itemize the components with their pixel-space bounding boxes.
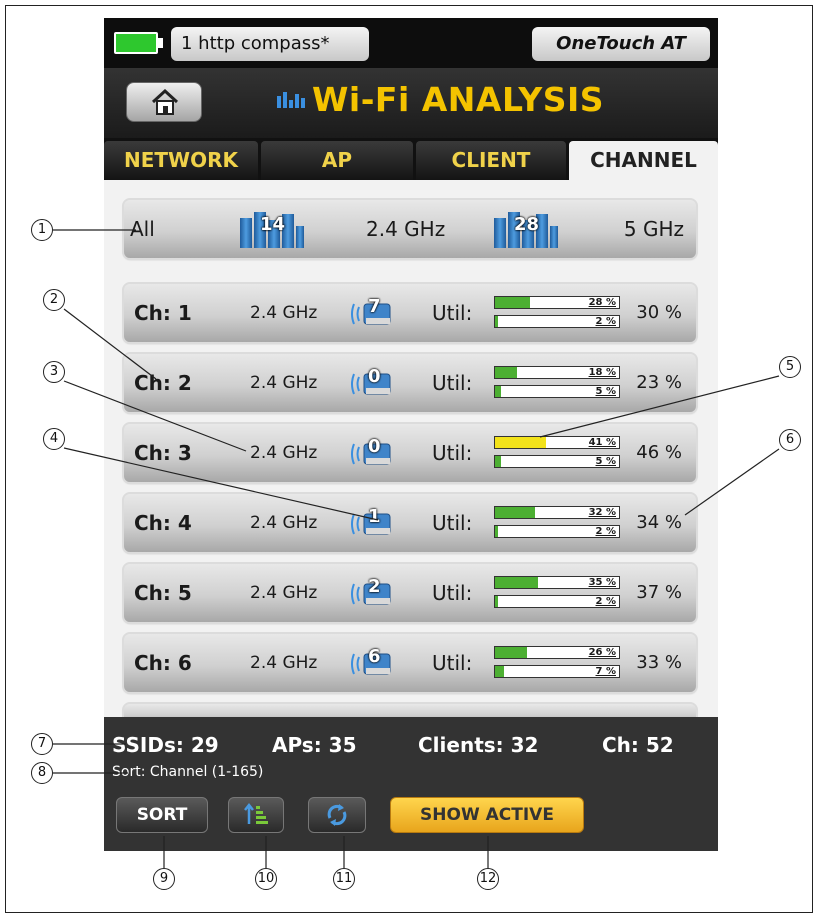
callout-7: 7 — [31, 733, 53, 755]
callout-11: 11 — [333, 868, 355, 890]
callout-9: 9 — [153, 868, 175, 890]
callout-3: 3 — [43, 361, 65, 383]
callout-2: 2 — [43, 289, 65, 311]
callout-12: 12 — [477, 868, 499, 890]
callout-6: 6 — [779, 429, 801, 451]
callout-10: 10 — [255, 868, 277, 890]
callout-4: 4 — [43, 428, 65, 450]
callout-5: 5 — [779, 356, 801, 378]
callout-lines — [53, 229, 780, 868]
callout-8: 8 — [31, 762, 53, 784]
callout-1: 1 — [31, 219, 53, 241]
